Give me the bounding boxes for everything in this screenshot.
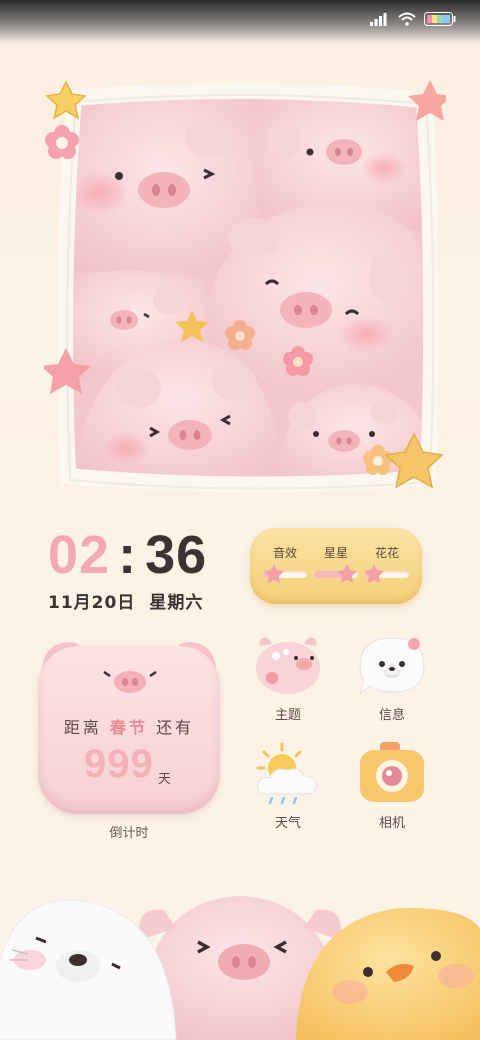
battery-icon (424, 12, 456, 26)
countdown-title: 距离 春节 还有 (38, 714, 220, 738)
star-slider-knob-icon[interactable] (263, 563, 285, 585)
slider-label: 花花 (374, 546, 399, 560)
clock-widget[interactable]: 02 : 36 11月20日 星期六 (48, 524, 228, 613)
home-screen: 02 : 36 11月20日 星期六 音效 星星 花花 距离 春节 还有 999… (0, 0, 480, 1040)
clock-date: 11月20日 (48, 593, 136, 613)
slider-track[interactable] (263, 564, 307, 583)
camera-icon[interactable] (356, 742, 428, 806)
app-theme[interactable]: 主题 (248, 634, 328, 723)
countdown-event: 春节 (109, 718, 148, 737)
app-weather[interactable]: 天气 (248, 742, 328, 831)
sun-cloud-icon[interactable] (252, 742, 324, 806)
app-camera[interactable]: 相机 (352, 742, 432, 831)
countdown-suffix: 还有 (156, 718, 195, 737)
countdown-caption: 倒计时 (109, 826, 149, 841)
app-label: 主题 (274, 708, 301, 723)
pig-face-icon (103, 670, 157, 693)
clock-hour: 02 (48, 525, 111, 585)
settings-slider-widget: 音效 星星 花花 (250, 528, 422, 604)
countdown-prefix: 距离 (63, 718, 102, 737)
slider-stars[interactable]: 星星 (311, 544, 361, 583)
slider-label: 音效 (272, 546, 297, 560)
app-label: 信息 (378, 708, 405, 723)
countdown-unit: 天 (158, 772, 172, 787)
bottom-characters (0, 896, 480, 1040)
app-label: 相机 (378, 816, 405, 831)
slider-sound[interactable]: 音效 (260, 544, 310, 583)
pig-photo-frame (44, 80, 446, 493)
app-label: 天气 (274, 816, 301, 831)
star-slider-knob-icon[interactable] (363, 563, 385, 585)
slider-track[interactable] (314, 564, 358, 583)
clock-minute: 36 (145, 525, 208, 585)
status-bar (0, 0, 480, 44)
countdown-widget[interactable]: 距离 春节 还有 999 天 (38, 638, 220, 814)
countdown-days: 999 (84, 742, 154, 786)
slider-label: 星星 (323, 546, 348, 560)
star-slider-knob-icon[interactable] (336, 563, 358, 585)
seal-chat-icon[interactable] (356, 634, 428, 698)
app-messages[interactable]: 信息 (352, 634, 432, 723)
palette-pig-icon[interactable] (252, 634, 324, 698)
signal-icon (370, 13, 387, 26)
slider-track[interactable] (363, 564, 409, 583)
slider-flowers[interactable]: 花花 (362, 544, 412, 583)
clock-weekday: 星期六 (149, 593, 204, 613)
clock-colon: : (118, 525, 138, 585)
wifi-icon (398, 12, 416, 26)
